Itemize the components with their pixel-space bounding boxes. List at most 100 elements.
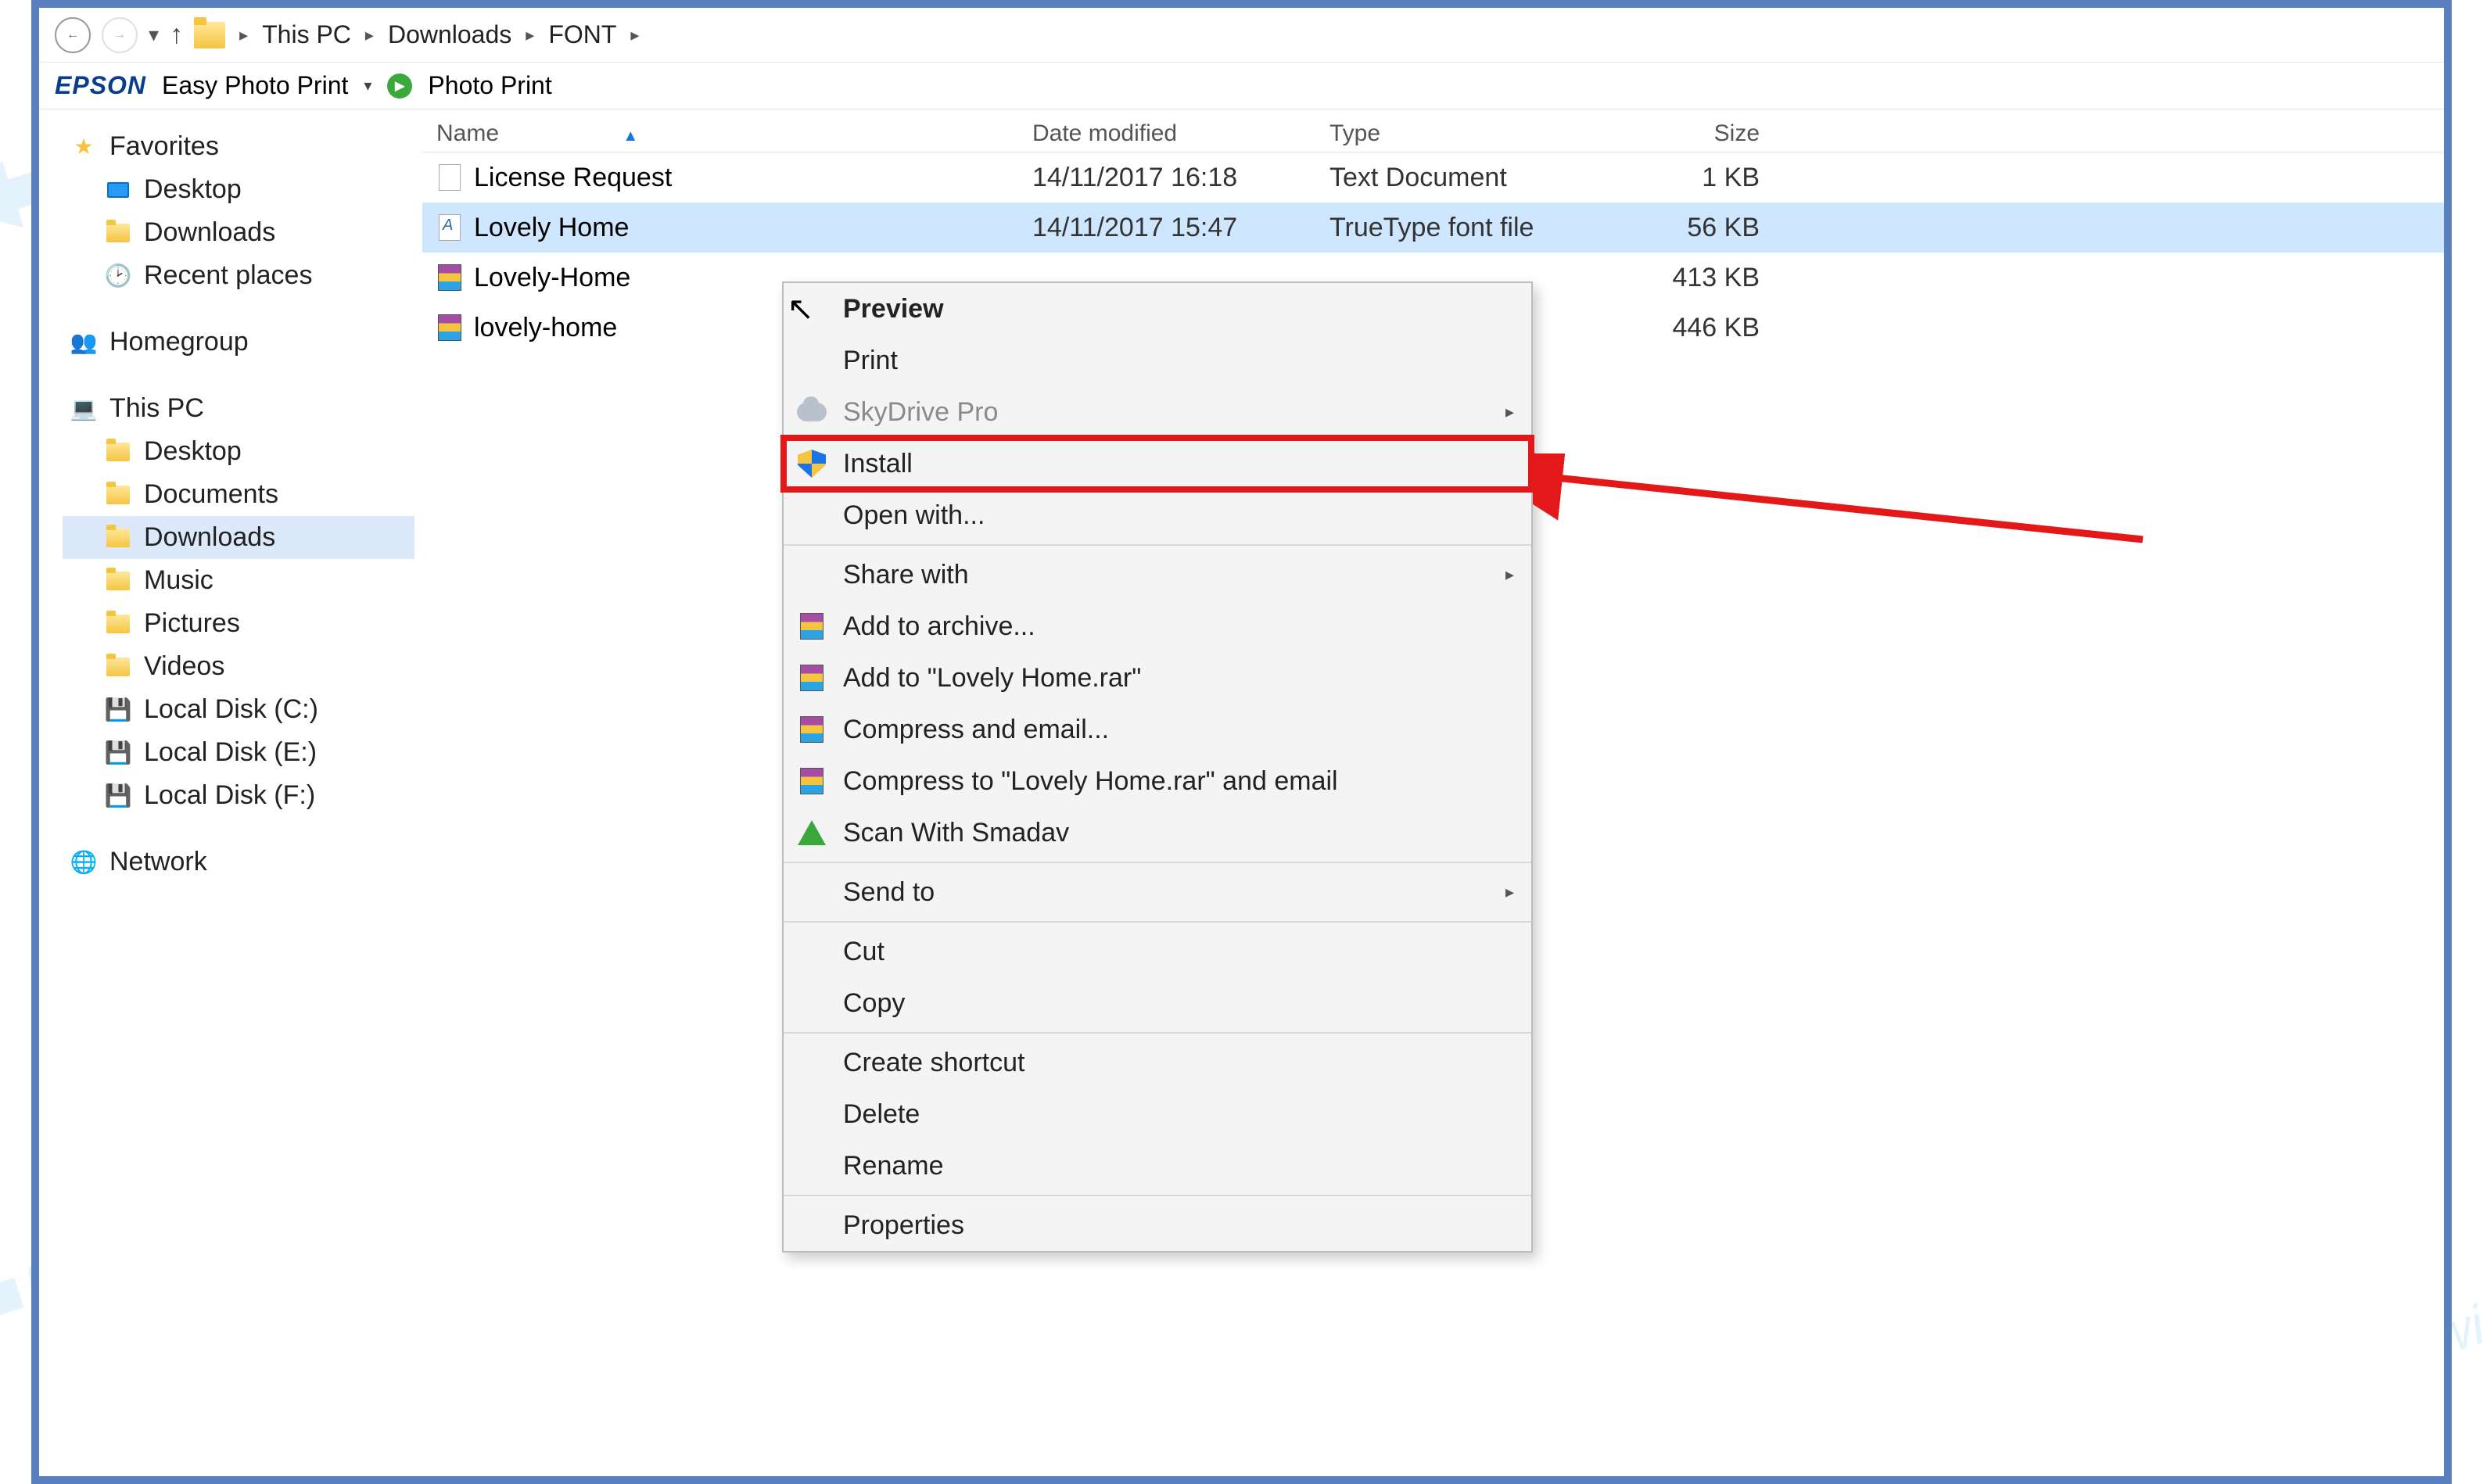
desktop-icon <box>105 177 131 203</box>
column-type[interactable]: Type <box>1329 120 1627 147</box>
menu-label: Add to archive... <box>843 611 1035 642</box>
recent-dropdown[interactable]: ▾ <box>149 23 159 47</box>
folder-icon <box>105 611 131 637</box>
menu-send-to[interactable]: Send to ▸ <box>784 866 1531 918</box>
menu-print[interactable]: Print <box>784 335 1531 386</box>
menu-label: Copy <box>843 988 905 1019</box>
sidebar-item-pc-music[interactable]: Music <box>63 559 414 602</box>
sidebar-item-desktop[interactable]: Desktop <box>63 168 414 211</box>
file-size: 1 KB <box>1627 163 1783 193</box>
sidebar-label: Favorites <box>109 131 219 162</box>
sidebar-label: Pictures <box>144 608 240 639</box>
file-type: TrueType font file <box>1329 213 1627 243</box>
file-row[interactable]: Lovely Home 14/11/2017 15:47 TrueType fo… <box>422 203 2444 253</box>
photo-print-button[interactable]: Photo Print <box>428 71 551 100</box>
column-headers[interactable]: Name ▲ Date modified Type Size <box>422 109 2444 152</box>
menu-add-archive[interactable]: Add to archive... <box>784 600 1531 652</box>
sidebar-label: Videos <box>144 651 224 682</box>
menu-add-rar[interactable]: Add to "Lovely Home.rar" <box>784 652 1531 704</box>
sidebar-item-downloads[interactable]: Downloads <box>63 211 414 254</box>
back-button[interactable]: ← <box>55 17 91 53</box>
chevron-right-icon: ▸ <box>630 25 639 45</box>
menu-cut[interactable]: Cut <box>784 926 1531 977</box>
file-size: 446 KB <box>1627 313 1783 343</box>
sidebar-item-pc-videos[interactable]: Videos <box>63 645 414 688</box>
menu-label: Share with <box>843 560 969 590</box>
folder-icon <box>105 482 131 508</box>
menu-rename[interactable]: Rename <box>784 1140 1531 1192</box>
folder-icon <box>105 568 131 594</box>
smadav-icon <box>793 817 831 848</box>
folder-icon <box>105 654 131 680</box>
sidebar-item-pc-downloads[interactable]: Downloads <box>63 516 414 559</box>
menu-label: Properties <box>843 1210 964 1241</box>
menu-delete[interactable]: Delete <box>784 1088 1531 1140</box>
folder-icon <box>105 439 131 465</box>
breadcrumb-downloads[interactable]: Downloads <box>388 20 511 49</box>
easy-photo-print-button[interactable]: Easy Photo Print <box>162 71 348 100</box>
sidebar-favorites[interactable]: ★ Favorites <box>63 125 414 168</box>
menu-label: Add to "Lovely Home.rar" <box>843 663 1141 694</box>
menu-label: Scan With Smadav <box>843 818 1069 848</box>
forward-button[interactable]: → <box>102 17 138 53</box>
annotation-arrow <box>1533 453 2158 547</box>
menu-label: Create shortcut <box>843 1048 1024 1078</box>
chevron-right-icon: ▸ <box>365 25 374 45</box>
file-name: License Request <box>474 163 672 193</box>
file-date: 14/11/2017 16:18 <box>1032 163 1329 193</box>
star-icon: ★ <box>70 134 97 160</box>
menu-share-with[interactable]: Share with ▸ <box>784 549 1531 600</box>
menu-preview[interactable]: Preview <box>784 283 1531 335</box>
menu-properties[interactable]: Properties <box>784 1199 1531 1251</box>
photo-print-icon: ► <box>387 73 412 99</box>
sidebar-label: Recent places <box>144 260 312 291</box>
menu-skydrive[interactable]: SkyDrive Pro ▸ <box>784 386 1531 438</box>
menu-label: Preview <box>843 294 944 324</box>
breadcrumb-font[interactable]: FONT <box>548 20 616 49</box>
file-name: lovely-home <box>474 313 617 343</box>
chevron-right-icon: ▸ <box>1505 882 1514 902</box>
drive-icon: 💾 <box>105 783 131 809</box>
sidebar-label: This PC <box>109 393 204 424</box>
menu-compress[interactable]: Compress and email... <box>784 704 1531 755</box>
menu-label: Rename <box>843 1151 944 1181</box>
sidebar-item-local-disk-f[interactable]: 💾 Local Disk (F:) <box>63 774 414 817</box>
column-date[interactable]: Date modified <box>1032 120 1329 147</box>
winrar-icon <box>436 312 463 343</box>
sidebar-network[interactable]: 🌐 Network <box>63 841 414 884</box>
menu-install[interactable]: Install <box>784 438 1531 489</box>
file-row[interactable]: License Request 14/11/2017 16:18 Text Do… <box>422 152 2444 203</box>
sidebar-item-pc-pictures[interactable]: Pictures <box>63 602 414 645</box>
menu-open-with[interactable]: Open with... <box>784 489 1531 541</box>
menu-separator <box>784 1032 1531 1034</box>
chevron-down-icon[interactable]: ▾ <box>364 76 371 95</box>
chevron-right-icon: ▸ <box>1505 565 1514 585</box>
column-name: Name ▲ <box>422 120 1032 147</box>
menu-scan-smadav[interactable]: Scan With Smadav <box>784 807 1531 858</box>
column-size[interactable]: Size <box>1627 120 1783 147</box>
sidebar-item-recent[interactable]: 🕑 Recent places <box>63 254 414 297</box>
chevron-right-icon: ▸ <box>526 25 534 45</box>
context-menu: Preview Print SkyDrive Pro ▸ Install Ope… <box>782 281 1533 1253</box>
up-button[interactable]: ↑ <box>170 20 183 50</box>
menu-create-shortcut[interactable]: Create shortcut <box>784 1037 1531 1088</box>
sidebar-label: Local Disk (F:) <box>144 780 315 811</box>
breadcrumb[interactable]: ▸ This PC ▸ Downloads ▸ FONT ▸ <box>194 20 639 49</box>
menu-copy[interactable]: Copy <box>784 977 1531 1029</box>
sidebar-item-local-disk-c[interactable]: 💾 Local Disk (C:) <box>63 688 414 731</box>
menu-compress-rar[interactable]: Compress to "Lovely Home.rar" and email <box>784 755 1531 807</box>
menu-separator <box>784 1195 1531 1196</box>
sidebar-item-pc-documents[interactable]: Documents <box>63 473 414 516</box>
menu-label: Compress to "Lovely Home.rar" and email <box>843 766 1338 797</box>
winrar-icon <box>793 765 831 797</box>
sidebar-item-pc-desktop[interactable]: Desktop <box>63 430 414 473</box>
sidebar-item-local-disk-e[interactable]: 💾 Local Disk (E:) <box>63 731 414 774</box>
breadcrumb-root[interactable]: This PC <box>262 20 351 49</box>
winrar-icon <box>793 611 831 642</box>
sidebar-label: Local Disk (C:) <box>144 694 318 725</box>
menu-label: Cut <box>843 937 884 967</box>
epson-logo: EPSON <box>55 71 146 100</box>
sidebar-thispc[interactable]: 💻 This PC <box>63 387 414 430</box>
sidebar-homegroup[interactable]: 👥 Homegroup <box>63 321 414 364</box>
menu-label: Delete <box>843 1099 920 1130</box>
